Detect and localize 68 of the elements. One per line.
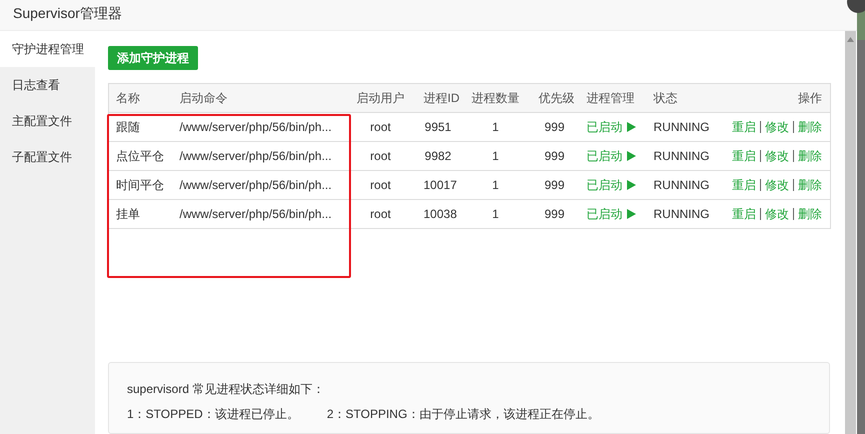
action-link[interactable]: 修改 <box>765 178 789 192</box>
table-cell: 999 <box>530 200 578 228</box>
column-header: 名称 <box>108 84 176 112</box>
action-link[interactable]: 修改 <box>765 206 789 220</box>
sidebar-item[interactable]: 主配置文件 <box>0 103 95 139</box>
table-cell: RUNNING <box>646 200 710 228</box>
sidebar-item[interactable]: 守护进程管理 <box>0 31 95 67</box>
play-icon <box>626 151 636 161</box>
sidebar-item[interactable]: 日志查看 <box>0 67 95 103</box>
action-link[interactable]: 删除 <box>798 120 822 134</box>
column-header: 进程管理 <box>578 84 646 112</box>
table-cell: 1 <box>460 142 530 170</box>
up-arrow-icon[interactable] <box>847 37 854 42</box>
column-header: 优先级 <box>530 84 578 112</box>
action-link[interactable]: 修改 <box>765 148 789 162</box>
table-cell: 跟随 <box>108 112 176 142</box>
add-button[interactable]: 添加守护进程 <box>108 46 198 70</box>
window-title: Supervisor管理器 <box>0 0 857 31</box>
table-cell: root <box>346 170 416 200</box>
table-cell: 9951 <box>416 112 460 142</box>
table-cell: 1 <box>460 170 530 200</box>
start-toggle[interactable]: 已启动 <box>586 206 636 222</box>
sidebar-item[interactable]: 子配置文件 <box>0 139 95 175</box>
start-toggle[interactable]: 已启动 <box>586 118 636 136</box>
action-link[interactable]: 删除 <box>798 148 822 162</box>
column-header: 启动用户 <box>346 84 416 112</box>
column-header: 状态 <box>646 84 710 112</box>
action-link[interactable]: 重启 <box>732 148 756 162</box>
table-cell: RUNNING <box>646 112 710 142</box>
start-toggle[interactable]: 已启动 <box>586 148 636 164</box>
info-text: 1：STOPPED：该进程已停止。 <box>127 406 299 423</box>
action-link[interactable]: 重启 <box>732 120 756 134</box>
table-cell: 999 <box>530 170 578 200</box>
table-cell: /www/server/php/56/bin/ph... <box>176 200 346 228</box>
start-toggle[interactable]: 已启动 <box>586 176 636 194</box>
info-heading: supervisord 常见进程状态详细如下： <box>127 381 326 398</box>
table-cell: RUNNING <box>646 142 710 170</box>
column-header: 进程数量 <box>460 84 530 112</box>
column-header: 启动命令 <box>176 84 346 112</box>
table-cell: 999 <box>530 112 578 142</box>
table-cell: /www/server/php/56/bin/ph... <box>176 170 346 200</box>
table-cell: 10017 <box>416 170 460 200</box>
table-cell: /www/server/php/56/bin/ph... <box>176 112 346 142</box>
table-cell: /www/server/php/56/bin/ph... <box>176 142 346 170</box>
table-cell: root <box>346 112 416 142</box>
column-header: 进程ID <box>416 84 460 112</box>
table-cell: 点位平仓 <box>108 142 176 170</box>
table-cell: 挂单 <box>108 200 176 228</box>
action-link[interactable]: 修改 <box>765 120 789 134</box>
action-link[interactable]: 删除 <box>798 206 822 220</box>
table-cell: 时间平仓 <box>108 170 176 200</box>
column-header: 操作 <box>710 84 830 112</box>
action-link[interactable]: 重启 <box>732 178 756 192</box>
info-text: 2：STOPPING：由于停止请求，该进程正在停止。 <box>326 406 600 423</box>
play-icon <box>626 209 636 219</box>
table-cell: 9982 <box>416 142 460 170</box>
table-cell: root <box>346 142 416 170</box>
play-icon <box>626 122 636 132</box>
table-cell: 10038 <box>416 200 460 228</box>
action-link[interactable]: 重启 <box>732 206 756 220</box>
scrollbar[interactable] <box>845 31 856 434</box>
table-cell: 999 <box>530 142 578 170</box>
table-cell: RUNNING <box>646 170 710 200</box>
table-cell: 1 <box>460 112 530 142</box>
action-link[interactable]: 删除 <box>798 178 822 192</box>
play-icon <box>626 180 636 190</box>
table-cell: 1 <box>460 200 530 228</box>
table-cell: root <box>346 200 416 228</box>
